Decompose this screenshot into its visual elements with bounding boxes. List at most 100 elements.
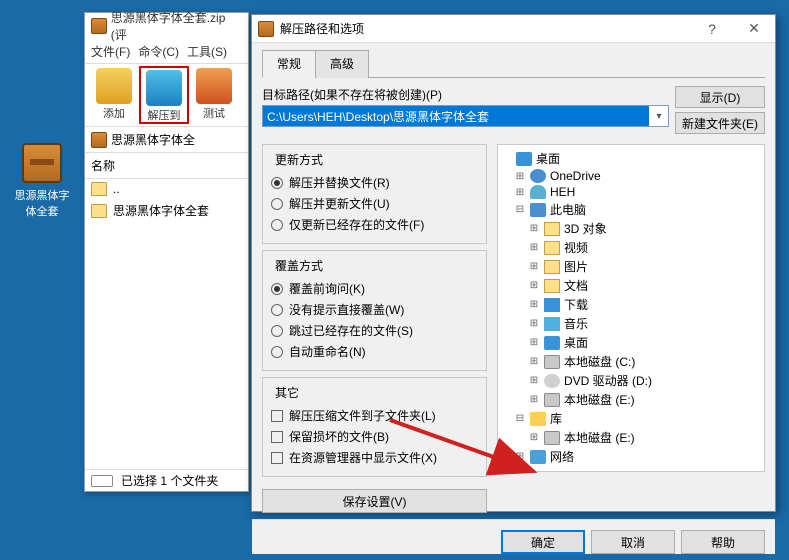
down-icon — [544, 298, 560, 312]
desktop-rar-icon[interactable]: 思源黑体字体全套 — [12, 143, 72, 219]
tool-add[interactable]: 添加 — [89, 66, 139, 124]
winrar-address-bar[interactable]: 思源黑体字体全 — [85, 127, 248, 152]
tree-label: OneDrive — [550, 169, 601, 183]
menu-tools[interactable]: 工具(S) — [187, 43, 227, 60]
tree-node[interactable]: ⊞ 图片 — [500, 257, 762, 276]
save-settings-button[interactable]: 保存设置(V) — [262, 489, 487, 513]
expand-icon[interactable]: ⊞ — [528, 223, 540, 234]
overwrite-mode-group: 覆盖方式 覆盖前询问(K) 没有提示直接覆盖(W) 跳过已经存在的文件(S) 自… — [262, 250, 487, 371]
music-icon — [544, 317, 560, 331]
tree-node[interactable]: ⊞ OneDrive — [500, 168, 762, 184]
radio-skip-existing[interactable]: 跳过已经存在的文件(S) — [271, 320, 478, 341]
help-titlebar-button[interactable]: ? — [691, 15, 733, 43]
expand-icon[interactable]: ⊞ — [528, 394, 540, 405]
tree-label: 音乐 — [564, 315, 588, 332]
fold-icon — [544, 222, 560, 236]
tree-label: 本地磁盘 (E:) — [564, 429, 635, 446]
check-show-explorer[interactable]: 在资源管理器中显示文件(X) — [271, 447, 478, 468]
folder-tree[interactable]: 桌面⊞OneDrive⊞HEH⊟此电脑⊞3D 对象⊞视频⊞图片⊞文档⊞下载⊞音乐… — [497, 144, 765, 472]
ok-button[interactable]: 确定 — [501, 530, 585, 554]
tree-node[interactable]: ⊞视频 — [500, 238, 762, 257]
net-icon — [530, 450, 546, 464]
tree-label: 图片 — [564, 258, 588, 275]
tree-label: 文档 — [564, 277, 588, 294]
tree-node[interactable]: ⊞HEH — [500, 184, 762, 200]
tree-node[interactable]: ⊞ 本地磁盘 (E:) — [500, 390, 762, 409]
check-subfolder[interactable]: 解压压缩文件到子文件夹(L) — [271, 405, 478, 426]
tool-extract-to[interactable]: 解压到 — [139, 66, 189, 124]
expand-icon[interactable]: ⊞ — [528, 375, 540, 386]
expand-icon[interactable]: ⊞ — [514, 187, 526, 198]
status-text: 已选择 1 个文件夹 — [121, 472, 218, 489]
battery-icon — [91, 475, 113, 487]
radio-extract-replace[interactable]: 解压并替换文件(R) — [271, 172, 478, 193]
desktop-icon-label: 思源黑体字体全套 — [12, 187, 72, 219]
folder-icon — [91, 182, 107, 196]
cancel-button[interactable]: 取消 — [591, 530, 675, 554]
expand-icon[interactable]: ⊞ — [514, 171, 526, 182]
winrar-app-icon — [91, 18, 107, 34]
tree-node[interactable]: ⊟库 — [500, 409, 762, 428]
expand-icon[interactable]: ⊞ — [528, 299, 540, 310]
dest-path-selection: C:\Users\HEH\Desktop\思源黑体字体全套 — [263, 106, 649, 126]
menu-file[interactable]: 文件(F) — [91, 43, 130, 60]
fold-icon — [544, 260, 560, 274]
tree-node[interactable]: ⊞本地磁盘 (C:) — [500, 352, 762, 371]
dialog-titlebar[interactable]: 解压路径和选项 ? ✕ — [252, 15, 775, 43]
help-button[interactable]: 帮助 — [681, 530, 765, 554]
winrar-toolbar: 添加 解压到 测试 — [85, 63, 248, 127]
list-item[interactable]: .. — [85, 179, 248, 199]
tree-node[interactable]: ⊞网络 — [500, 447, 762, 466]
tree-node[interactable]: ⊞3D 对象 — [500, 219, 762, 238]
check-keep-broken[interactable]: 保留损坏的文件(B) — [271, 426, 478, 447]
tree-node[interactable]: ⊟此电脑 — [500, 200, 762, 219]
pc-icon — [530, 203, 546, 217]
expand-icon[interactable]: ⊟ — [514, 413, 526, 424]
dvd-icon — [544, 374, 560, 388]
expand-icon[interactable]: ⊞ — [528, 318, 540, 329]
winrar-window: 思源黑体字体全套.zip (评 文件(F) 命令(C) 工具(S) 添加 解压到… — [84, 12, 249, 492]
winrar-file-list: 名称 .. 思源黑体字体全套 — [85, 152, 248, 222]
radio-auto-rename[interactable]: 自动重命名(N) — [271, 341, 478, 362]
chevron-down-icon[interactable]: ▾ — [650, 106, 668, 126]
expand-icon[interactable]: ⊞ — [528, 280, 540, 291]
close-icon[interactable]: ✕ — [733, 15, 775, 43]
expand-icon[interactable]: ⊟ — [514, 204, 526, 215]
radio-ask-overwrite[interactable]: 覆盖前询问(K) — [271, 278, 478, 299]
tool-test[interactable]: 测试 — [189, 66, 239, 124]
desk-icon — [516, 152, 532, 166]
radio-overwrite-no-prompt[interactable]: 没有提示直接覆盖(W) — [271, 299, 478, 320]
tree-label: 桌面 — [536, 150, 560, 167]
dialog-button-row: 确定 取消 帮助 — [252, 519, 775, 554]
expand-icon[interactable]: ⊞ — [528, 261, 540, 272]
radio-extract-update[interactable]: 解压并更新文件(U) — [271, 193, 478, 214]
expand-icon[interactable]: ⊞ — [528, 242, 540, 253]
tree-node[interactable]: ⊞DVD 驱动器 (D:) — [500, 371, 762, 390]
tree-node[interactable]: ⊞ 文档 — [500, 276, 762, 295]
tab-general[interactable]: 常规 — [262, 50, 316, 78]
tree-node[interactable]: ⊞ 音乐 — [500, 314, 762, 333]
expand-icon[interactable]: ⊞ — [528, 356, 540, 367]
radio-freshen-only[interactable]: 仅更新已经存在的文件(F) — [271, 214, 478, 235]
expand-icon[interactable]: ⊞ — [514, 451, 526, 462]
menu-command[interactable]: 命令(C) — [138, 43, 179, 60]
tree-label: 本地磁盘 (E:) — [564, 391, 635, 408]
tree-node[interactable]: ⊞下载 — [500, 295, 762, 314]
tree-node[interactable]: ⊞ 本地磁盘 (E:) — [500, 428, 762, 447]
display-button[interactable]: 显示(D) — [675, 86, 765, 108]
tab-advanced[interactable]: 高级 — [315, 50, 369, 78]
column-name[interactable]: 名称 — [85, 153, 248, 179]
expand-icon[interactable]: ⊞ — [528, 337, 540, 348]
rar-file-icon — [22, 143, 62, 183]
list-item[interactable]: 思源黑体字体全套 — [85, 199, 248, 222]
tree-node[interactable]: 桌面 — [500, 149, 762, 168]
winrar-titlebar[interactable]: 思源黑体字体全套.zip (评 — [85, 13, 248, 39]
winrar-menubar: 文件(F) 命令(C) 工具(S) — [85, 39, 248, 63]
dialog-tabs: 常规 高级 — [262, 49, 765, 78]
expand-icon[interactable]: ⊞ — [528, 432, 540, 443]
dest-path-combo[interactable]: C:\Users\HEH\Desktop\思源黑体字体全套 ▾ — [262, 105, 669, 127]
tree-node[interactable]: ⊞桌面 — [500, 333, 762, 352]
dialog-title: 解压路径和选项 — [280, 20, 691, 37]
update-mode-group: 更新方式 解压并替换文件(R) 解压并更新文件(U) 仅更新已经存在的文件(F) — [262, 144, 487, 244]
new-folder-button[interactable]: 新建文件夹(E) — [675, 112, 765, 134]
